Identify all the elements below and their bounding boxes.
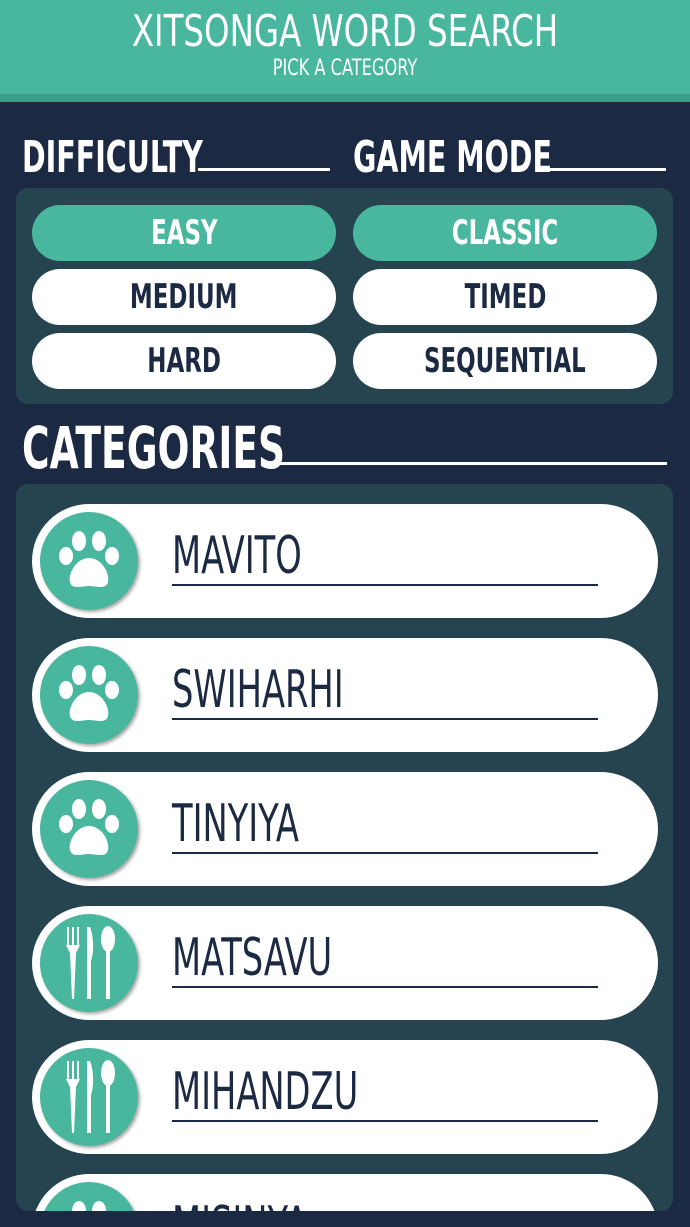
- category-label: TINYIYA: [172, 794, 299, 854]
- category-label: MIHANDZU: [172, 1062, 359, 1122]
- difficulty-easy-label: EASY: [150, 213, 218, 253]
- category-label: MATSAVU: [172, 928, 333, 988]
- mode-classic-button[interactable]: CLASSIC: [353, 205, 657, 261]
- difficulty-hard-button[interactable]: HARD: [32, 333, 336, 389]
- category-underline: [172, 584, 598, 586]
- paw-icon: [40, 1182, 138, 1211]
- paw-icon: [40, 780, 138, 878]
- mode-classic-label: CLASSIC: [451, 213, 559, 253]
- paw-icon: [40, 512, 138, 610]
- category-underline: [172, 986, 598, 988]
- category-underline: [172, 718, 598, 720]
- difficulty-hard-label: HARD: [147, 341, 221, 381]
- paw-icon: [40, 646, 138, 744]
- categories-list[interactable]: MAVITO SWIHARHI TINYIYA MATSAVU MIHANDZU: [16, 484, 673, 1211]
- mode-timed-label: TIMED: [464, 277, 546, 317]
- app-header: XITSONGA WORD SEARCH PICK A CATEGORY: [0, 0, 690, 102]
- category-underline: [172, 852, 598, 854]
- game-mode-heading: GAME MODE: [353, 132, 552, 183]
- category-label: MISINYA: [172, 1196, 308, 1211]
- difficulty-heading: DIFFICULTY: [22, 132, 203, 183]
- category-underline: [172, 1120, 598, 1122]
- category-item-misinya[interactable]: MISINYA: [32, 1174, 658, 1211]
- difficulty-medium-label: MEDIUM: [130, 277, 238, 317]
- difficulty-easy-button[interactable]: EASY: [32, 205, 336, 261]
- category-label: SWIHARHI: [172, 660, 344, 720]
- categories-rule: [266, 462, 667, 465]
- mode-timed-button[interactable]: TIMED: [353, 269, 657, 325]
- categories-heading: CATEGORIES: [22, 414, 286, 482]
- difficulty-rule: [198, 168, 330, 171]
- mode-sequential-label: SEQUENTIAL: [424, 341, 586, 381]
- category-item-mihandzu[interactable]: MIHANDZU: [32, 1040, 658, 1154]
- difficulty-medium-button[interactable]: MEDIUM: [32, 269, 336, 325]
- mode-sequential-button[interactable]: SEQUENTIAL: [353, 333, 657, 389]
- game-mode-rule: [548, 168, 666, 171]
- category-item-matsavu[interactable]: MATSAVU: [32, 906, 658, 1020]
- category-item-mavito[interactable]: MAVITO: [32, 504, 658, 618]
- category-item-tinyiya[interactable]: TINYIYA: [32, 772, 658, 886]
- category-label: MAVITO: [172, 526, 302, 586]
- cutlery-icon: [40, 1048, 138, 1146]
- category-item-swiharhi[interactable]: SWIHARHI: [32, 638, 658, 752]
- cutlery-icon: [40, 914, 138, 1012]
- app-title: XITSONGA WORD SEARCH: [131, 6, 559, 57]
- app-subtitle: PICK A CATEGORY: [272, 56, 418, 81]
